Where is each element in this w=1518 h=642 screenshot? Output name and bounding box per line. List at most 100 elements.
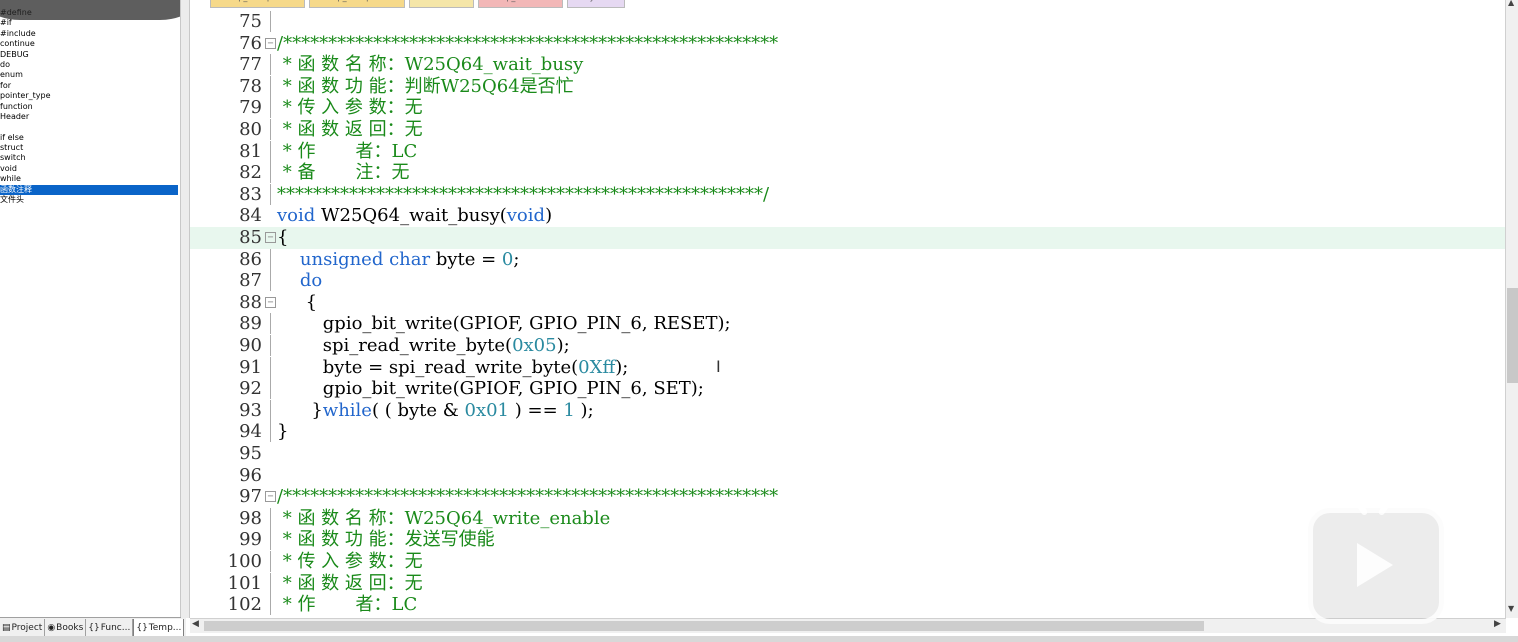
template-item[interactable]: Header	[0, 112, 178, 122]
code-token: * 函 数 功 能：发送写使能	[277, 529, 495, 551]
code-line[interactable]: 88− {	[190, 292, 1506, 314]
template-item[interactable]: if else	[0, 133, 178, 143]
code-line[interactable]: 75	[190, 11, 1506, 33]
panel-tab-temp[interactable]: {} Temp...	[133, 618, 185, 638]
code-token: void	[506, 205, 546, 227]
code-line[interactable]: 86 unsigned char byte = 0;	[190, 248, 1506, 271]
file-tab[interactable]: main.c	[409, 0, 475, 8]
code-text: * 传 入 参 数：无	[277, 551, 423, 573]
panel-tab-bar: ▤ Project ◉ Books{} Func...{} Temp...	[0, 617, 186, 638]
vertical-scrollbar[interactable]: ▲ ▼	[1505, 0, 1518, 618]
code-line[interactable]: 94}	[190, 421, 1506, 443]
scroll-right-icon[interactable]: ▶	[1494, 619, 1501, 629]
code-line[interactable]: 82 * 备 注：无	[190, 162, 1506, 184]
file-tab[interactable]: sys.h	[566, 0, 626, 8]
code-token: spi_read_write_byte(	[277, 335, 513, 356]
panel-splitter[interactable]	[181, 0, 190, 618]
code-line[interactable]: 78 * 函 数 功 能：判断W25Q64是否忙	[190, 75, 1506, 98]
code-token: 1	[563, 399, 575, 421]
line-number: 85	[239, 227, 262, 248]
code-line[interactable]: 80 * 函 数 返 回：无	[190, 119, 1506, 141]
template-item[interactable]	[0, 122, 178, 132]
fold-toggle-icon[interactable]: −	[265, 491, 276, 503]
panel-tab-func[interactable]: {} Func...	[86, 619, 134, 637]
code-token: ****************************************…	[277, 183, 770, 205]
code-line[interactable]: 93 }while( ( byte & 0x01 ) == 1 );	[190, 399, 1506, 422]
video-play-watermark-icon	[1308, 489, 1444, 624]
file-tab[interactable]: bsp_w25q64.c	[210, 0, 306, 8]
scroll-up-icon[interactable]: ▲	[1508, 0, 1514, 7]
code-text: ****************************************…	[277, 184, 769, 206]
template-item[interactable]: #include	[0, 29, 178, 39]
file-tab[interactable]: bsp_w25q64.h	[309, 0, 406, 8]
code-line[interactable]: 95	[190, 443, 1506, 465]
line-number: 102	[227, 594, 262, 616]
code-token: void	[277, 205, 316, 227]
panel-tab-books[interactable]: ◉ Books	[45, 619, 87, 637]
line-number: 95	[239, 443, 262, 464]
code-token: * 函 数 返 回：无	[277, 572, 423, 594]
line-number: 88	[239, 291, 262, 313]
code-line[interactable]: 81 * 作 者：LC	[190, 140, 1506, 163]
code-text: * 函 数 名 称：W25Q64_wait_busy	[277, 54, 584, 76]
line-number: 75	[239, 11, 262, 32]
vertical-scroll-thumb[interactable]	[1507, 288, 1518, 383]
fold-toggle-icon[interactable]: −	[265, 37, 276, 49]
code-line[interactable]: 89 gpio_bit_write(GPIOF, GPIO_PIN_6, RES…	[190, 313, 1506, 335]
fold-line-icon	[270, 54, 271, 76]
horizontal-scroll-thumb[interactable]	[204, 621, 1204, 631]
code-token: * 作 者：LC	[277, 594, 418, 616]
fold-line-icon	[270, 97, 271, 119]
fold-toggle-icon[interactable]: −	[265, 296, 276, 308]
horizontal-scrollbar[interactable]: ◀ ▶	[190, 618, 1506, 633]
code-line[interactable]: 87 do	[190, 270, 1506, 292]
code-line[interactable]: 85−{	[190, 227, 1506, 249]
code-token: );	[615, 356, 629, 378]
code-token: W25Q64_wait_busy(	[315, 205, 507, 227]
code-token: do	[299, 270, 323, 292]
line-number: 79	[239, 97, 262, 119]
scroll-down-icon[interactable]: ▼	[1508, 604, 1514, 613]
code-line[interactable]: 92 gpio_bit_write(GPIOF, GPIO_PIN_6, SET…	[190, 378, 1506, 400]
code-text: unsigned char byte = 0;	[277, 249, 520, 271]
template-item[interactable]: 函数注释	[0, 184, 178, 196]
code-text: * 函 数 功 能：判断W25Q64是否忙	[277, 76, 574, 98]
code-line[interactable]: 97−/************************************…	[190, 486, 1506, 508]
fold-line-icon	[270, 507, 271, 529]
template-item[interactable]: void	[0, 164, 178, 174]
code-token: /***************************************…	[277, 486, 779, 508]
template-item[interactable]: struct	[0, 143, 178, 153]
file-tab[interactable]: bsp_usart.h	[478, 0, 563, 8]
template-item[interactable]: 文件头	[0, 195, 178, 205]
template-item[interactable]: switch	[0, 153, 178, 163]
fold-line-icon	[270, 378, 271, 400]
template-item[interactable]: pointer_type	[0, 91, 178, 101]
code-line[interactable]: 96	[190, 465, 1506, 487]
template-item[interactable]: DEBUG	[0, 50, 178, 60]
code-line[interactable]: 83 **************************************…	[190, 183, 1506, 206]
template-item[interactable]: for	[0, 81, 178, 91]
fold-toggle-icon[interactable]: −	[265, 232, 276, 243]
code-text: {	[277, 292, 317, 314]
template-item[interactable]: enum	[0, 70, 178, 80]
code-line[interactable]: 90 spi_read_write_byte(0x05);	[190, 335, 1506, 357]
code-text: void W25Q64_wait_busy(void)	[277, 205, 552, 227]
code-token: * 函 数 名 称：W25Q64_write_enable	[277, 507, 611, 529]
code-line[interactable]: 84 void W25Q64_wait_busy(void)	[190, 205, 1506, 227]
line-number: 101	[227, 572, 262, 594]
template-item[interactable]: while	[0, 174, 178, 184]
scroll-left-icon[interactable]: ◀	[192, 619, 199, 629]
code-line[interactable]: 91 byte = spi_read_write_byte(0Xff);	[190, 356, 1506, 379]
code-line[interactable]: 76−/************************************…	[190, 33, 1506, 55]
panel-tab-project[interactable]: ▤ Project	[0, 619, 46, 637]
code-token: * 备 注：无	[277, 162, 410, 184]
line-number: 87	[239, 270, 262, 292]
code-line[interactable]: 77 * 函 数 名 称：W25Q64_wait_busy	[190, 54, 1506, 76]
code-line[interactable]: 79 * 传 入 参 数：无	[190, 97, 1506, 119]
line-number: 84	[239, 205, 262, 227]
fold-line-icon	[270, 75, 271, 97]
template-item[interactable]: continue	[0, 39, 178, 49]
template-item[interactable]: function	[0, 102, 178, 112]
template-item[interactable]: do	[0, 60, 178, 70]
